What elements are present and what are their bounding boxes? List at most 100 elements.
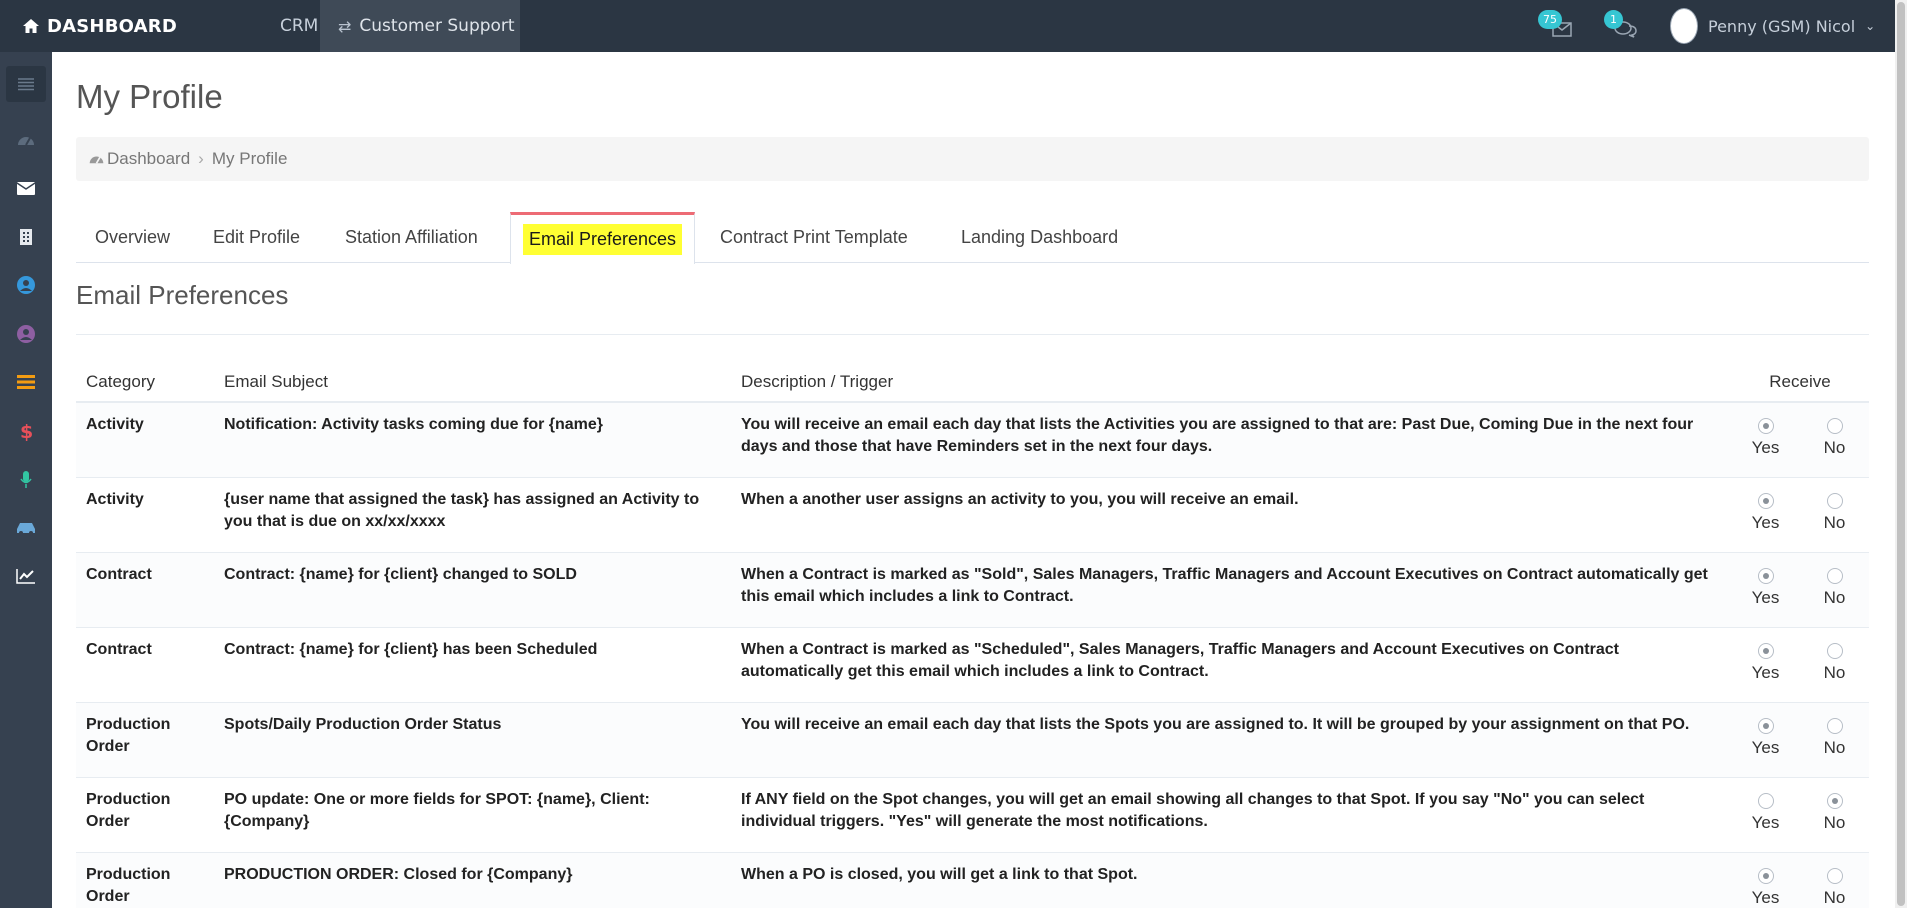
envelope-icon — [16, 181, 36, 195]
sidebar-toggle[interactable] — [6, 66, 46, 102]
cell-category: Activity — [76, 402, 214, 478]
sidebar-item-production[interactable] — [6, 462, 46, 498]
table-row: Activity Notification: Activity tasks com… — [76, 402, 1869, 478]
table-body: Activity Notification: Activity tasks com… — [76, 402, 1869, 908]
receive-no-label: No — [1823, 587, 1846, 607]
user-name: Penny (GSM) Nicol — [1708, 16, 1856, 36]
chevron-down-icon: ⌄ — [1865, 19, 1876, 33]
receive-no-radio[interactable] — [1826, 642, 1843, 659]
receive-no-label: No — [1823, 512, 1846, 532]
tachometer-icon — [18, 137, 34, 146]
column-header-subject: Email Subject — [214, 362, 731, 403]
receive-yes-radio[interactable] — [1757, 567, 1774, 584]
tab-station-affiliation[interactable]: Station Affiliation — [345, 212, 478, 263]
tab-edit-profile[interactable]: Edit Profile — [213, 212, 300, 263]
column-header-receive: Receive — [1731, 362, 1869, 403]
column-header-category: Category — [76, 362, 214, 403]
receive-no-label: No — [1823, 737, 1846, 757]
receive-yes-radio[interactable] — [1757, 642, 1774, 659]
user-menu[interactable]: Penny (GSM) Nicol ⌄ — [1670, 0, 1875, 52]
cell-description: When a PO is closed, you will get a link… — [731, 852, 1731, 908]
receive-no-label: No — [1823, 812, 1846, 832]
receive-yes-radio[interactable] — [1757, 418, 1774, 434]
line-chart-icon — [16, 569, 35, 584]
breadcrumb-dashboard-link[interactable]: Dashboard — [107, 149, 190, 169]
nav-customer-support-label: Customer Support — [359, 16, 515, 36]
cell-receive-yes: Yes — [1731, 852, 1800, 908]
receive-no-radio[interactable] — [1826, 717, 1843, 734]
sidebar: $ — [0, 52, 52, 908]
sidebar-item-email[interactable] — [6, 170, 46, 206]
user-circle-icon — [17, 325, 35, 343]
nav-customer-support[interactable]: ⇄ Customer Support — [320, 0, 520, 52]
sidebar-item-dashboard[interactable] — [6, 122, 46, 158]
building-icon — [20, 229, 32, 245]
tab-contract-print-template[interactable]: Contract Print Template — [720, 212, 908, 263]
chat-notifications[interactable]: 1 — [1604, 10, 1640, 42]
receive-yes-label: Yes — [1751, 662, 1780, 682]
dollar-icon: $ — [20, 421, 33, 441]
cell-description: If ANY field on the Spot changes, you wi… — [731, 777, 1731, 853]
brand-link[interactable]: DASHBOARD — [22, 0, 177, 52]
tab-landing-dashboard[interactable]: Landing Dashboard — [961, 212, 1118, 263]
cell-receive-yes: Yes — [1731, 402, 1800, 478]
cell-description: You will receive an email each day that … — [731, 402, 1731, 478]
receive-no-radio[interactable] — [1826, 792, 1843, 809]
sidebar-item-billing[interactable]: $ — [6, 413, 46, 449]
cell-category: Activity — [76, 477, 214, 553]
scrollbar[interactable] — [1895, 0, 1907, 908]
cell-receive-no: No — [1800, 627, 1869, 703]
receive-no-radio[interactable] — [1826, 418, 1843, 434]
cell-subject: PRODUCTION ORDER: Closed for {Company} — [214, 852, 731, 908]
cell-description: When a Contract is marked as "Scheduled"… — [731, 627, 1731, 703]
sidebar-item-users[interactable] — [6, 316, 46, 352]
cell-receive-yes: Yes — [1731, 777, 1800, 853]
table-row: Production Order PO update: One or more f… — [76, 777, 1869, 853]
cell-receive-no: No — [1800, 552, 1869, 628]
sidebar-item-vehicles[interactable] — [6, 510, 46, 546]
receive-yes-label: Yes — [1751, 737, 1780, 757]
receive-no-radio[interactable] — [1826, 567, 1843, 584]
column-header-description: Description / Trigger — [731, 362, 1731, 403]
menu-icon — [18, 78, 34, 91]
microphone-icon — [20, 471, 32, 488]
receive-no-label: No — [1823, 887, 1846, 907]
sidebar-item-reports[interactable] — [6, 558, 46, 594]
tab-email-preferences-label: Email Preferences — [523, 224, 683, 255]
tab-overview[interactable]: Overview — [95, 212, 170, 263]
svg-text:$: $ — [20, 421, 33, 441]
table-header-row: Category Email Subject Description / Tri… — [76, 362, 1869, 403]
divider — [76, 334, 1869, 335]
brand-label: DASHBOARD — [47, 15, 177, 37]
sidebar-item-contacts[interactable] — [6, 267, 46, 303]
cell-receive-no: No — [1800, 777, 1869, 853]
exchange-icon: ⇄ — [338, 16, 352, 36]
tab-email-preferences[interactable]: Email Preferences — [510, 212, 696, 264]
email-preferences-table: Category Email Subject Description / Tri… — [76, 362, 1869, 908]
cell-receive-no: No — [1800, 852, 1869, 908]
receive-no-label: No — [1823, 662, 1846, 682]
scrollbar-thumb[interactable] — [1897, 2, 1905, 906]
receive-yes-radio[interactable] — [1757, 792, 1774, 809]
email-notifications[interactable]: 75 — [1538, 10, 1578, 42]
receive-yes-radio[interactable] — [1757, 867, 1774, 884]
cell-receive-no: No — [1800, 702, 1869, 778]
home-icon — [23, 19, 39, 33]
table-row: Contract Contract: {name} for {client} ch… — [76, 552, 1869, 628]
sidebar-item-company[interactable] — [6, 219, 46, 255]
table-row: Activity {user name that assigned the tas… — [76, 477, 1869, 553]
table-row: Production Order Spots/Daily Production O… — [76, 702, 1869, 778]
car-icon — [17, 523, 35, 535]
receive-no-radio[interactable] — [1826, 492, 1843, 509]
nav-crm[interactable]: CRM — [280, 0, 318, 52]
cell-receive-yes: Yes — [1731, 477, 1800, 553]
cell-receive-yes: Yes — [1731, 552, 1800, 628]
receive-yes-radio[interactable] — [1757, 717, 1774, 734]
profile-tabs: Overview Edit Profile Station Affiliatio… — [76, 212, 1869, 264]
receive-yes-label: Yes — [1751, 812, 1780, 832]
breadcrumb-current: My Profile — [211, 149, 288, 168]
receive-no-label: No — [1823, 438, 1846, 457]
receive-yes-radio[interactable] — [1757, 492, 1774, 509]
sidebar-item-inventory[interactable] — [6, 364, 46, 400]
receive-no-radio[interactable] — [1826, 867, 1843, 884]
